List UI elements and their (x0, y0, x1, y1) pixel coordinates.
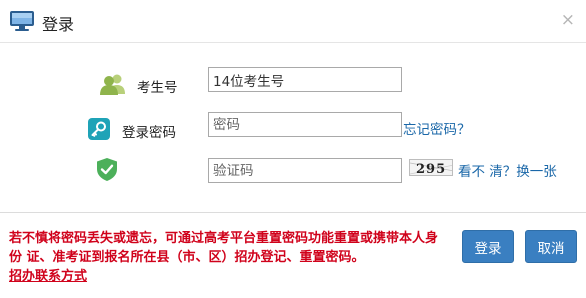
notice-text: 若不慎将密码丢失或遗忘，可通过高考平台重置密码功能重置或携带本人身份 证、准考证… (9, 229, 439, 286)
captcha-input[interactable] (208, 158, 402, 183)
dialog-title: 登录 (42, 15, 75, 34)
password-input[interactable] (208, 112, 402, 137)
close-icon[interactable]: × (561, 10, 575, 30)
captcha-image[interactable]: 295 (409, 159, 453, 176)
divider (0, 212, 586, 213)
users-icon (100, 73, 126, 99)
shield-icon (97, 158, 117, 185)
key-icon (88, 118, 110, 144)
refresh-captcha-link[interactable]: 看不 清？换一张 (458, 160, 557, 180)
notice-body: 若不慎将密码丢失或遗忘，可通过高考平台重置密码功能重置或携带本人身份 证、准考证… (9, 231, 439, 265)
captcha-text: 295 (416, 162, 446, 176)
dialog-header: 登录 × (0, 0, 586, 43)
login-button[interactable]: 登录 (462, 230, 514, 263)
monitor-icon (9, 10, 35, 32)
exam-no-input[interactable] (208, 67, 402, 92)
forgot-password-link[interactable]: 忘记密码？ (403, 118, 471, 138)
contact-office-link[interactable]: 招办联系方式 (9, 269, 87, 284)
exam-no-label: 考生号 (137, 80, 178, 96)
password-label: 登录密码 (122, 125, 176, 141)
cancel-button[interactable]: 取消 (525, 230, 577, 263)
